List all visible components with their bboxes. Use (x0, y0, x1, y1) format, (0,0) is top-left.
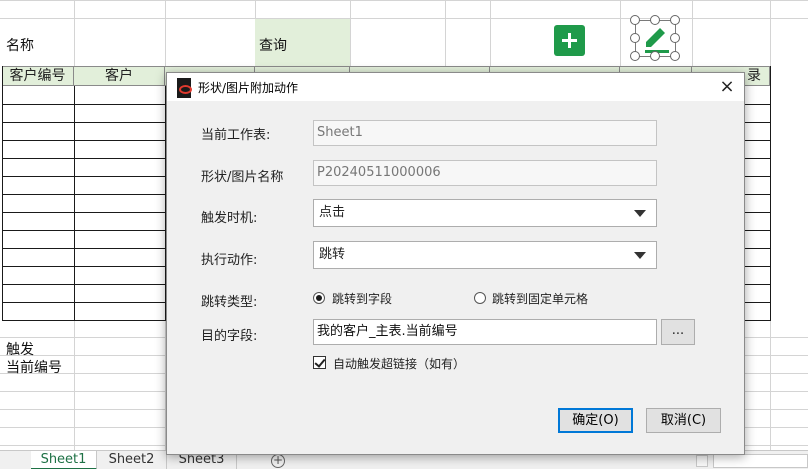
radio-jump-to-cell-label[interactable]: 跳转到固定单元格 (492, 290, 588, 307)
resize-handle[interactable] (650, 51, 660, 61)
add-button[interactable] (554, 25, 585, 56)
table-row[interactable] (745, 302, 771, 303)
table-row[interactable] (2, 230, 166, 231)
dialog-title: 形状/图片附加动作 (198, 81, 299, 95)
dialog-titlebar[interactable]: 形状/图片附加动作 × (167, 73, 744, 101)
resize-handle[interactable] (630, 51, 640, 61)
table-row[interactable] (745, 194, 771, 195)
action-select[interactable]: 跳转 (313, 241, 657, 269)
table-row[interactable] (2, 122, 166, 123)
grid-line (74, 320, 75, 450)
shape-name-field[interactable]: P20240511000006 (313, 160, 657, 186)
table-row[interactable] (2, 140, 166, 141)
table-row[interactable] (2, 302, 166, 303)
resize-handle[interactable] (630, 33, 640, 43)
auto-link-label[interactable]: 自动触发超链接（如有） (333, 355, 465, 372)
trigger-label: 触发时机: (201, 211, 258, 226)
table-row[interactable] (745, 104, 771, 105)
grid-line (490, 0, 491, 66)
table-row[interactable] (2, 194, 166, 195)
cancel-button[interactable]: 取消(C) (646, 408, 721, 433)
grid-line (445, 0, 446, 66)
trigger-select[interactable]: 点击 (313, 199, 657, 227)
table-row[interactable] (745, 230, 771, 231)
ok-button[interactable]: 确定(O) (558, 408, 633, 433)
grid-line (620, 0, 621, 66)
tab-sheet1[interactable]: Sheet1 (31, 451, 97, 469)
scroll-left-icon[interactable] (696, 455, 708, 467)
tab-sheet2[interactable]: Sheet2 (97, 451, 167, 469)
table-row[interactable] (2, 104, 166, 105)
chevron-down-icon (634, 210, 646, 217)
worksheet-field[interactable]: Sheet1 (313, 120, 657, 146)
table-row[interactable] (745, 122, 771, 123)
close-icon[interactable]: × (717, 77, 737, 97)
resize-handle[interactable] (650, 15, 660, 25)
target-field-input[interactable]: 我的客户_主表.当前编号 (313, 319, 657, 345)
grid-line (74, 0, 75, 66)
table-row[interactable] (745, 212, 771, 213)
action-label: 执行动作: (201, 253, 258, 268)
table-row[interactable] (745, 140, 771, 141)
trigger-cell-label: 触发 (6, 342, 34, 358)
table-row[interactable] (745, 158, 771, 159)
table-row[interactable] (2, 212, 166, 213)
grid-line (692, 0, 693, 66)
name-label: 名称 (6, 38, 34, 54)
auto-link-checkbox[interactable] (313, 356, 326, 369)
resize-handle[interactable] (670, 15, 680, 25)
header-cell[interactable]: 客户编号 (2, 67, 74, 85)
shape-action-dialog: 形状/图片附加动作 × 当前工作表: Sheet1 形状/图片名称 P20240… (166, 72, 745, 455)
shape-name-label: 形状/图片名称 (201, 170, 284, 185)
query-label[interactable]: 查询 (259, 35, 287, 55)
grid-line (350, 0, 351, 66)
grid-line (0, 0, 808, 1)
grid-line (0, 18, 808, 19)
table-row[interactable] (2, 284, 166, 285)
resize-handle[interactable] (670, 33, 680, 43)
target-field-label: 目的字段: (201, 329, 258, 344)
browse-button[interactable]: ... (661, 319, 695, 345)
resize-handle[interactable] (670, 51, 680, 61)
table-row[interactable] (745, 284, 771, 285)
chevron-down-icon (634, 252, 646, 259)
current-id-cell-label: 当前编号 (6, 360, 62, 376)
table-row[interactable] (745, 176, 771, 177)
radio-jump-to-field-label[interactable]: 跳转到字段 (332, 290, 392, 307)
table-row[interactable] (2, 266, 166, 267)
resize-handle[interactable] (630, 15, 640, 25)
add-sheet-icon[interactable]: + (271, 454, 285, 468)
grid-line (165, 0, 166, 66)
action-select-value: 跳转 (319, 247, 346, 262)
app-logo-icon (177, 78, 192, 98)
radio-jump-to-field[interactable] (313, 292, 325, 304)
trigger-select-value: 点击 (319, 205, 346, 220)
table-row[interactable] (745, 248, 771, 249)
radio-jump-to-cell[interactable] (474, 292, 486, 304)
horizontal-scrollbar[interactable] (713, 454, 808, 468)
table-row[interactable] (2, 248, 166, 249)
worksheet-label: 当前工作表: (201, 128, 271, 143)
table-row[interactable] (2, 158, 166, 159)
table-row[interactable] (745, 266, 771, 267)
header-cell[interactable]: 客户 (74, 67, 165, 85)
table-row[interactable] (2, 176, 166, 177)
jump-type-label: 跳转类型: (201, 295, 258, 310)
